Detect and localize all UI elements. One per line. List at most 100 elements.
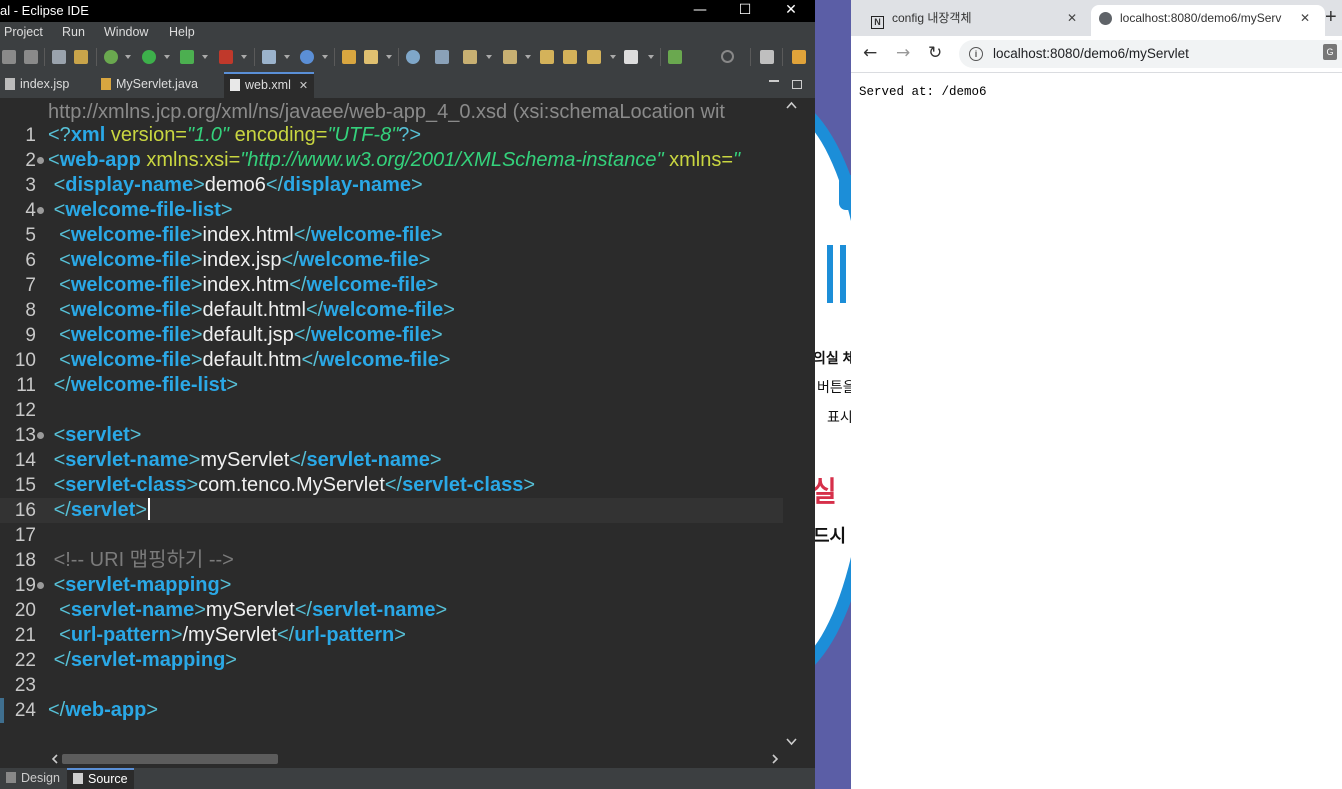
- dropdown-arrow-icon[interactable]: [164, 55, 170, 59]
- code-line[interactable]: 2 <web-app xmlns:xsi="http://www.w3.org/2…: [0, 148, 783, 173]
- forward-arrow-icon[interactable]: [624, 50, 638, 64]
- code-line[interactable]: 19 <servlet-mapping>: [0, 573, 783, 598]
- reload-icon[interactable]: ↻: [928, 44, 942, 62]
- scroll-down-icon[interactable]: [786, 738, 797, 746]
- code-line[interactable]: 18 <!-- URI 맵핑하기 -->: [0, 548, 783, 573]
- run-icon[interactable]: [142, 50, 156, 64]
- minimize-button[interactable]: —: [677, 0, 723, 22]
- tab-web-xml[interactable]: web.xml ✕: [224, 72, 315, 98]
- brush-icon[interactable]: [364, 50, 378, 64]
- code-line[interactable]: 9 <welcome-file>default.jsp</welcome-fil…: [0, 323, 783, 348]
- web-browser-icon[interactable]: [300, 50, 314, 64]
- pin-editor-icon[interactable]: [668, 50, 682, 64]
- scroll-up-icon[interactable]: [786, 101, 797, 109]
- close-button[interactable]: ✕: [768, 0, 814, 22]
- run-server-icon[interactable]: [180, 50, 194, 64]
- debug-icon[interactable]: [104, 50, 118, 64]
- maximize-button[interactable]: ☐: [722, 0, 768, 22]
- dropdown-arrow-icon[interactable]: [486, 55, 492, 59]
- translate-icon[interactable]: G: [1323, 44, 1337, 60]
- code-line[interactable]: 6 <welcome-file>index.jsp</welcome-file>: [0, 248, 783, 273]
- code-line[interactable]: 4 <welcome-file-list>: [0, 198, 783, 223]
- code-line[interactable]: 17: [0, 523, 783, 548]
- code-line[interactable]: 21 <url-pattern>/myServlet</url-pattern>: [0, 623, 783, 648]
- fold-toggle-icon[interactable]: [37, 582, 44, 589]
- annotation-icon[interactable]: [463, 50, 477, 64]
- code-line[interactable]: 11 </welcome-file-list>: [0, 373, 783, 398]
- minimize-view-icon[interactable]: [769, 76, 779, 82]
- vertical-scrollbar[interactable]: [783, 98, 800, 752]
- dropdown-arrow-icon[interactable]: [284, 55, 290, 59]
- dropdown-arrow-icon[interactable]: [241, 55, 247, 59]
- close-icon[interactable]: ✕: [299, 79, 308, 92]
- refresh-icon[interactable]: [2, 50, 16, 64]
- code-line[interactable]: 1 <?xml version="1.0" encoding="UTF-8"?>: [0, 123, 783, 148]
- code-line[interactable]: 13 <servlet>: [0, 423, 783, 448]
- browser-tab-config[interactable]: Nconfig 내장객체 ✕: [859, 5, 1103, 36]
- code-line[interactable]: 16 </servlet>: [0, 498, 783, 523]
- maximize-view-icon[interactable]: [792, 80, 802, 89]
- menu-window[interactable]: Window: [104, 25, 148, 39]
- code-line[interactable]: 14 <servlet-name>myServlet</servlet-name…: [0, 448, 783, 473]
- fold-toggle-icon[interactable]: [37, 207, 44, 214]
- line-number: 3: [25, 175, 36, 196]
- code-line[interactable]: 24 </web-app>: [0, 698, 783, 723]
- horizontal-scrollbar[interactable]: [48, 752, 783, 766]
- code-line[interactable]: 15 <servlet-class>com.tenco.MyServlet</s…: [0, 473, 783, 498]
- dropdown-arrow-icon[interactable]: [322, 55, 328, 59]
- code-token: >: [190, 274, 203, 296]
- open-perspective-icon[interactable]: [760, 50, 774, 64]
- new-server-icon[interactable]: [262, 50, 276, 64]
- code-line[interactable]: 20 <servlet-name>myServlet</servlet-name…: [0, 598, 783, 623]
- code-line[interactable]: 12: [0, 398, 783, 423]
- code-line[interactable]: 10 <welcome-file>default.htm</welcome-fi…: [0, 348, 783, 373]
- code-line[interactable]: 3 <display-name>demo6</display-name>: [0, 173, 783, 198]
- next-edit-icon[interactable]: [563, 50, 577, 64]
- fold-toggle-icon[interactable]: [37, 432, 44, 439]
- close-tab-icon[interactable]: ✕: [1296, 5, 1311, 31]
- close-tab-icon[interactable]: ✕: [1067, 5, 1077, 31]
- dropdown-arrow-icon[interactable]: [202, 55, 208, 59]
- browser-tab-localhost[interactable]: localhost:8080/demo6/myServ ✕: [1091, 5, 1325, 36]
- tab-myservlet-java[interactable]: MyServlet.java: [101, 72, 206, 97]
- code-line[interactable]: 7 <welcome-file>index.htm</welcome-file>: [0, 273, 783, 298]
- search-icon[interactable]: [721, 50, 734, 63]
- code-line[interactable]: 8 <welcome-file>default.html</welcome-fi…: [0, 298, 783, 323]
- search-tools-icon[interactable]: [435, 50, 449, 64]
- dropdown-arrow-icon[interactable]: [125, 55, 131, 59]
- url-text[interactable]: localhost:8080/demo6/myServlet: [993, 46, 1189, 61]
- code-line[interactable]: 5 <welcome-file>index.html</welcome-file…: [0, 223, 783, 248]
- external-tools-icon[interactable]: [219, 50, 233, 64]
- open-type-icon[interactable]: [342, 50, 356, 64]
- scroll-left-icon[interactable]: [48, 752, 62, 766]
- scroll-right-icon[interactable]: [768, 752, 782, 766]
- fold-toggle-icon[interactable]: [37, 157, 44, 164]
- tab-source[interactable]: Source: [67, 768, 134, 789]
- info-icon[interactable]: i: [969, 47, 983, 61]
- dropdown-arrow-icon[interactable]: [648, 55, 654, 59]
- java-ee-perspective-icon[interactable]: [792, 50, 806, 64]
- skip-breakpoints-icon[interactable]: [74, 50, 88, 64]
- prev-edit-icon[interactable]: [540, 50, 554, 64]
- dropdown-arrow-icon[interactable]: [386, 55, 392, 59]
- code-line[interactable]: 23: [0, 673, 783, 698]
- tab-design[interactable]: Design: [6, 768, 64, 789]
- globe-icon[interactable]: [406, 50, 420, 64]
- menu-help[interactable]: Help: [169, 25, 195, 39]
- undo-icon[interactable]: [24, 50, 38, 64]
- menu-run[interactable]: Run: [62, 25, 85, 39]
- code-line[interactable]: 22 </servlet-mapping>: [0, 648, 783, 673]
- back-icon[interactable]: ←: [863, 44, 877, 62]
- tab-index-jsp[interactable]: index.jsp: [5, 72, 77, 97]
- forward-icon[interactable]: →: [896, 44, 910, 62]
- address-bar[interactable]: i localhost:8080/demo6/myServlet: [959, 40, 1342, 68]
- scrollbar-thumb[interactable]: [62, 754, 278, 764]
- dropdown-arrow-icon[interactable]: [525, 55, 531, 59]
- console-icon[interactable]: [52, 50, 66, 64]
- new-tab-button[interactable]: +: [1325, 7, 1337, 27]
- menu-project[interactable]: Project: [4, 25, 43, 39]
- next-annotation-icon[interactable]: [503, 50, 517, 64]
- back-arrow-icon[interactable]: [587, 50, 601, 64]
- dropdown-arrow-icon[interactable]: [610, 55, 616, 59]
- xml-source-editor[interactable]: http://xmlns.jcp.org/xml/ns/javaee/web-a…: [0, 98, 800, 752]
